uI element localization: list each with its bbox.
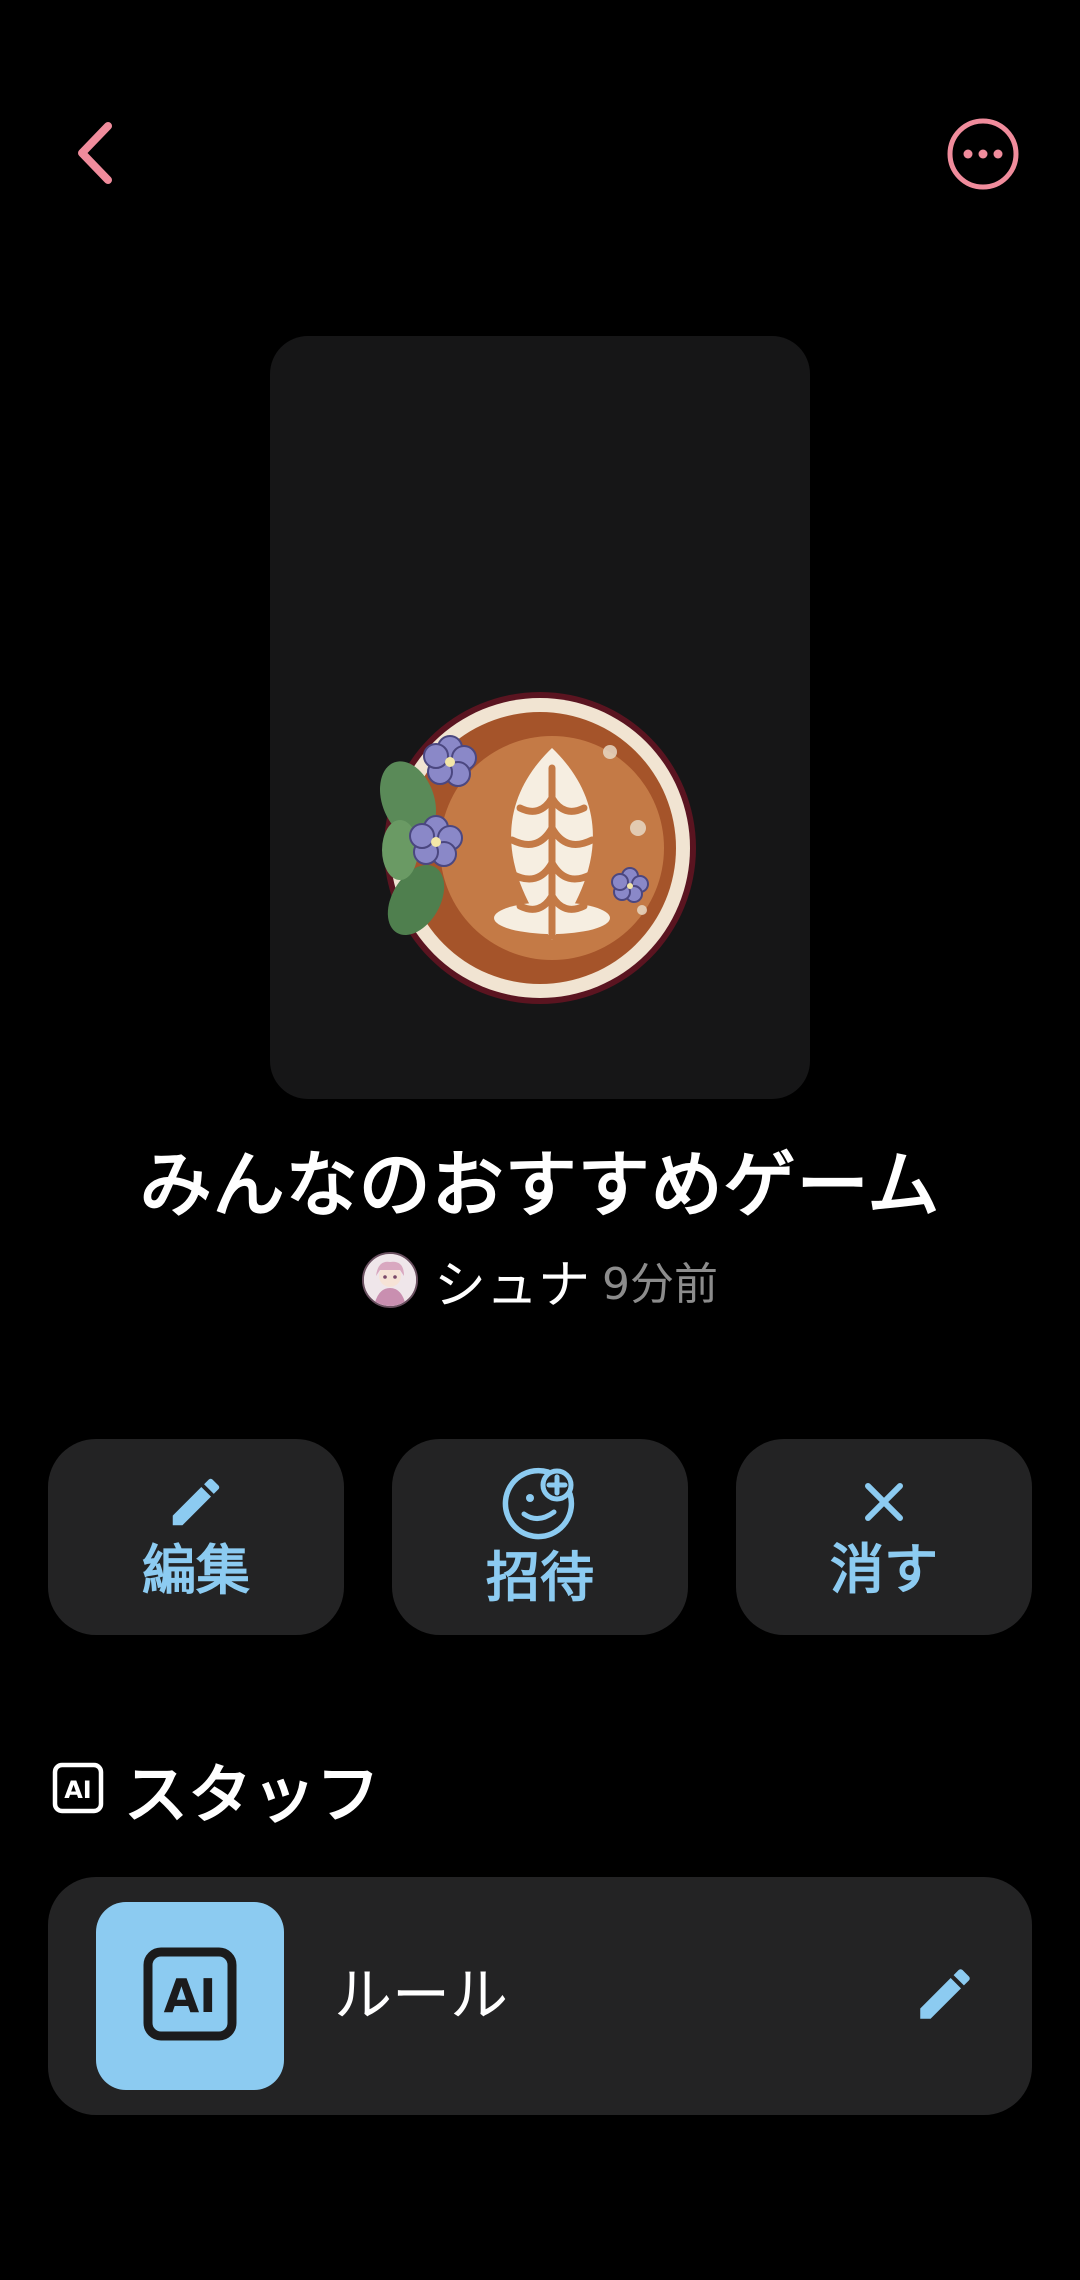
latte-art-image (379, 688, 700, 1008)
avatar[interactable] (361, 1252, 418, 1308)
byline: シュナ 9分前 (0, 1248, 1080, 1316)
edit-label: 編集 (142, 1539, 250, 1602)
back-button[interactable] (55, 110, 135, 200)
invite-label: 招待 (486, 1546, 594, 1609)
staff-item[interactable]: AI ルール (48, 1877, 1032, 2115)
pencil-icon (165, 1471, 227, 1537)
staff-section-title: スタッフ (124, 1759, 380, 1833)
close-icon (854, 1472, 914, 1536)
svg-text:AI: AI (64, 1776, 92, 1804)
svg-text:AI: AI (164, 1969, 217, 2023)
author-name[interactable]: シュナ (434, 1243, 590, 1318)
pencil-icon (912, 1961, 978, 2031)
room-cover[interactable] (270, 336, 810, 1099)
delete-button[interactable]: 消す (736, 1439, 1032, 1635)
staff-section-header: AI スタッフ (52, 1752, 380, 1833)
delete-label: 消す (830, 1538, 938, 1601)
invite-button[interactable]: 招待 (392, 1439, 688, 1635)
staff-name: ルール (334, 1961, 509, 2029)
chevron-left-icon (70, 118, 120, 192)
staff-edit-button[interactable] (910, 1961, 980, 2031)
staff-avatar: AI (96, 1902, 284, 2090)
ai-icon: AI (142, 1946, 238, 2046)
person-add-icon (502, 1464, 578, 1544)
post-time: 9分前 (602, 1259, 718, 1310)
edit-button[interactable]: 編集 (48, 1439, 344, 1635)
more-horizontal-icon (945, 116, 1021, 196)
room-title: みんなのおすすめゲーム (139, 1143, 941, 1227)
ai-icon: AI (52, 1762, 104, 1818)
more-options-button[interactable] (945, 118, 1021, 194)
